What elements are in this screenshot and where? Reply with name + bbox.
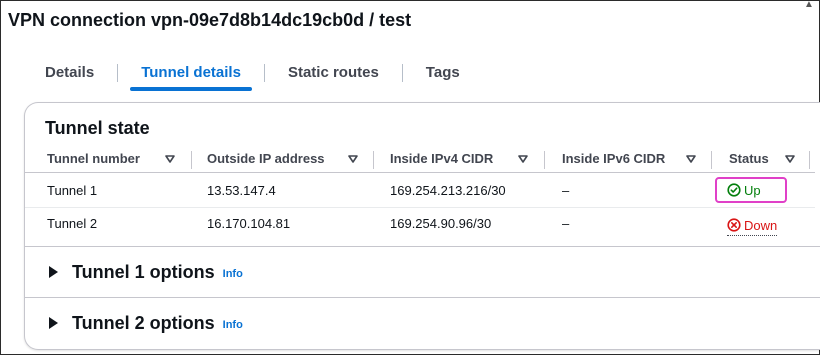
column-header-status[interactable]: Status [729, 146, 769, 172]
column-separator[interactable] [809, 151, 810, 169]
status-indicator-down[interactable]: Down [727, 215, 778, 236]
info-link[interactable]: Info [223, 319, 243, 331]
section-label: Tunnel 1 options [72, 261, 215, 282]
tunnel-2-options-expander[interactable]: Tunnel 2 options Info [45, 308, 243, 338]
section-divider [25, 297, 820, 298]
tunnel-1-options-expander[interactable]: Tunnel 1 options Info [45, 257, 243, 287]
column-separator[interactable] [711, 151, 712, 169]
page-title: VPN connection vpn-09e7d8b14dc19cb0d / t… [8, 10, 412, 30]
cell-tunnel-number: Tunnel 2 [47, 216, 98, 231]
tunnel-details-panel: Tunnel state Tunnel number Outside IP ad… [24, 102, 820, 350]
column-header-outside-ip[interactable]: Outside IP address [207, 146, 325, 172]
cell-outside-ip: 13.53.147.4 [207, 183, 276, 198]
caret-right-icon [49, 266, 58, 278]
cell-outside-ip: 16.170.104.81 [207, 216, 291, 231]
table-row: Tunnel 2 16.170.104.81 169.254.90.96/30 … [25, 208, 815, 240]
sort-caret-icon[interactable] [165, 155, 175, 163]
info-link[interactable]: Info [223, 268, 243, 280]
sort-caret-icon[interactable] [518, 155, 528, 163]
table-header: Tunnel number Outside IP address Inside … [25, 146, 815, 173]
status-text: Up [744, 182, 761, 198]
scroll-up-arrow-icon[interactable]: ▲ [804, 0, 814, 10]
cell-inside-ipv4: 169.254.90.96/30 [390, 216, 492, 231]
tunnel-state-heading: Tunnel state [45, 118, 150, 138]
check-circle-icon [727, 183, 741, 197]
sort-caret-icon[interactable] [785, 155, 795, 163]
table-row: Tunnel 1 13.53.147.4 169.254.213.216/30 … [25, 175, 815, 208]
column-separator[interactable] [191, 151, 192, 169]
tab-static-routes[interactable]: Static routes [273, 58, 394, 88]
column-header-tunnel-number[interactable]: Tunnel number [47, 146, 140, 172]
tab-bar: Details Tunnel details Static routes Tag… [30, 56, 475, 91]
cell-inside-ipv4: 169.254.213.216/30 [390, 183, 506, 198]
tab-details[interactable]: Details [30, 58, 109, 88]
x-circle-icon [727, 218, 741, 232]
section-label: Tunnel 2 options [72, 312, 215, 333]
cell-tunnel-number: Tunnel 1 [47, 183, 98, 198]
tab-separator [263, 64, 265, 82]
column-separator[interactable] [544, 151, 545, 169]
sort-caret-icon[interactable] [686, 155, 696, 163]
section-divider [25, 246, 820, 247]
column-separator[interactable] [373, 151, 374, 169]
caret-right-icon [49, 317, 58, 329]
tab-tunnel-details[interactable]: Tunnel details [126, 58, 256, 91]
tab-tags[interactable]: Tags [411, 58, 475, 88]
sort-caret-icon[interactable] [348, 155, 358, 163]
cell-inside-ipv6: – [562, 183, 570, 198]
status-text: Down [744, 217, 778, 233]
column-header-inside-ipv6[interactable]: Inside IPv6 CIDR [562, 146, 665, 172]
status-indicator-up: Up [715, 177, 787, 203]
column-header-inside-ipv4[interactable]: Inside IPv4 CIDR [390, 146, 493, 172]
cell-inside-ipv6: – [562, 216, 570, 231]
tab-separator [401, 64, 403, 82]
tab-separator [117, 64, 119, 82]
